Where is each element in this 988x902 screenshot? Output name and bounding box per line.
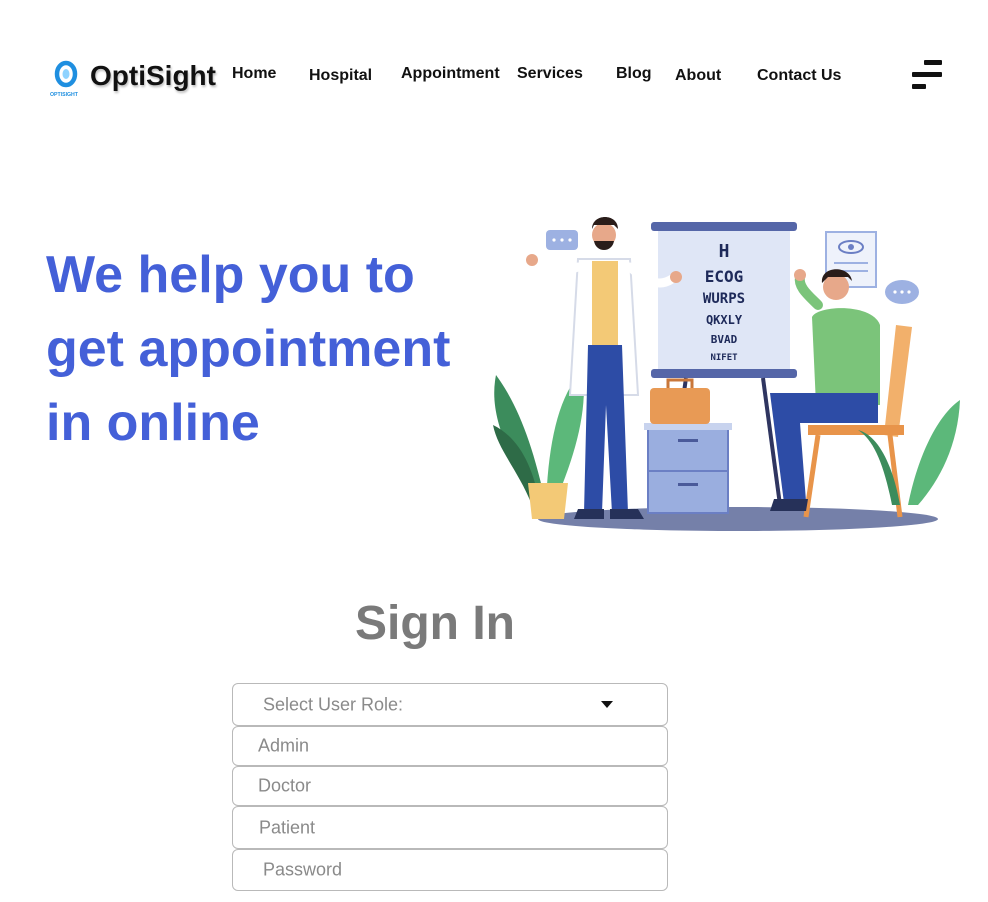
eye-exam-illustration: H ECOG WURPS QKXLY BVAD NIFET	[493, 217, 960, 531]
role-option-label: Patient	[259, 817, 316, 837]
chart-line-5: BVAD	[711, 333, 738, 346]
chart-line-4: QKXLY	[706, 313, 743, 327]
eye-logo-icon: OPTISIGHT	[50, 60, 79, 98]
top-navigation: OPTISIGHT OptiSight Home Hospital Appoin…	[0, 0, 988, 120]
password-field[interactable]: Password	[232, 849, 668, 891]
brand-logo[interactable]: OPTISIGHT OptiSight	[50, 60, 216, 100]
nav-about[interactable]: About	[675, 67, 721, 85]
role-option-doctor[interactable]: Doctor	[232, 766, 668, 806]
chart-line-6: NIFET	[710, 353, 738, 363]
role-option-patient[interactable]: Patient	[232, 806, 668, 849]
role-option-admin[interactable]: Admin	[232, 726, 668, 766]
user-role-placeholder: Select User Role:	[263, 694, 404, 714]
user-role-select[interactable]: Select User Role:	[232, 683, 668, 726]
hero-headline: We help you to get appointment in online	[46, 246, 451, 452]
nav-contact-us[interactable]: Contact Us	[757, 67, 841, 85]
signin-heading: Sign In	[355, 597, 515, 650]
nav-home[interactable]: Home	[232, 65, 276, 83]
hamburger-menu-icon[interactable]	[912, 60, 944, 92]
chevron-down-icon	[601, 701, 613, 708]
chart-line-3: WURPS	[703, 291, 745, 307]
nav-appointment[interactable]: Appointment	[401, 65, 500, 83]
logo-subtext: OPTISIGHT	[50, 92, 79, 98]
chart-line-1: H	[719, 241, 730, 262]
role-option-label: Admin	[258, 735, 310, 756]
nav-services[interactable]: Services	[517, 65, 583, 83]
nav-blog[interactable]: Blog	[616, 65, 652, 83]
nav-hospital[interactable]: Hospital	[309, 67, 372, 85]
password-placeholder: Password	[263, 859, 343, 880]
role-option-label: Doctor	[258, 775, 312, 796]
brand-name: OptiSight	[90, 60, 216, 91]
chart-line-2: ECOG	[705, 267, 744, 286]
